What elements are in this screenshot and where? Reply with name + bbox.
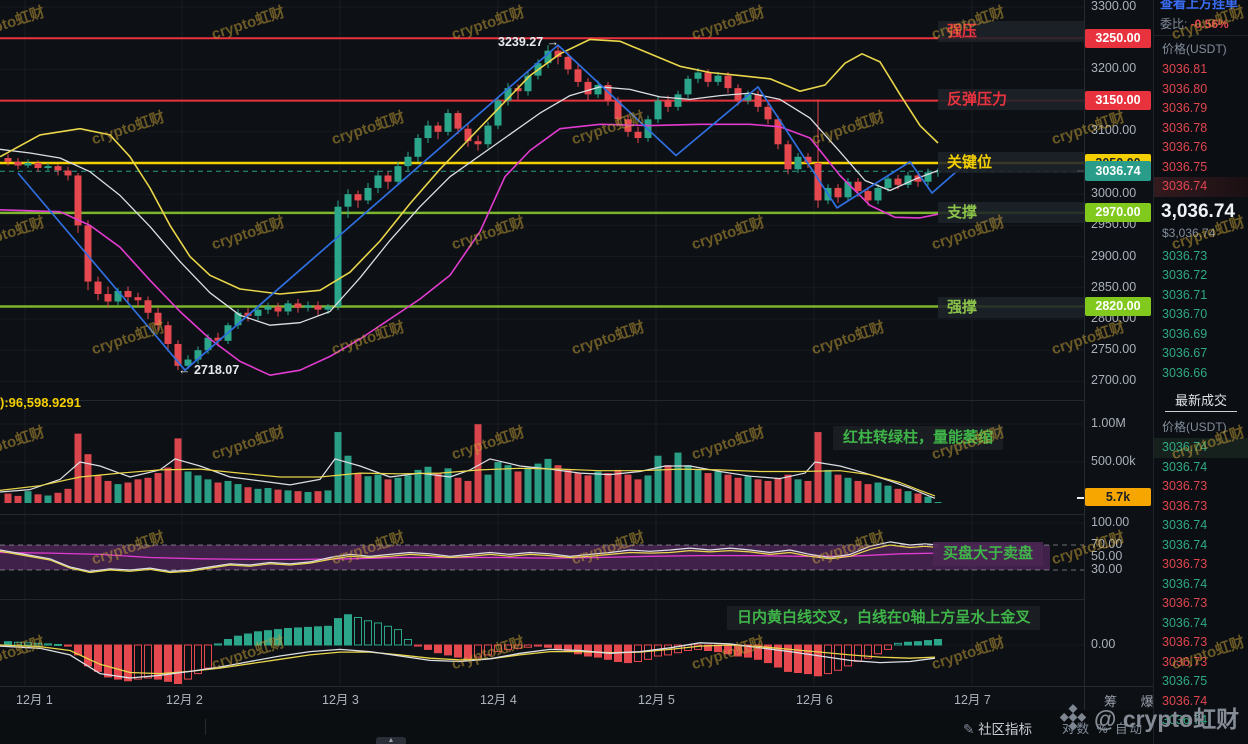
time-axis-label[interactable]: 12月 1 [16,689,53,708]
time-axis-label[interactable]: 12月 4 [480,689,517,708]
ask-row[interactable]: 3036.75 [1154,158,1248,178]
time-axis-label[interactable]: 12月 3 [322,689,359,708]
time-axis-label[interactable]: 12月 7 [954,689,991,708]
axis-tick-label: 100.00 [1091,515,1130,529]
rsi-annotation: 买盘大于卖盘 [933,542,1044,566]
low-price-note: ← 2718.07 [178,363,240,377]
price-level-badge: 3150.00 [1085,91,1151,111]
axis-tick-label: 30.00 [1091,562,1123,576]
trade-row[interactable]: 3036.73 [1154,497,1248,517]
time-axis-label[interactable]: 12月 2 [166,689,203,708]
bid-row[interactable]: 3036.72 [1154,266,1248,286]
level-label: 反弹压力 [938,89,1085,110]
price-chart-canvas[interactable] [0,0,1153,744]
axis-tick-label: 1.00M [1091,416,1126,430]
order-book-panel: 查看上方挂单 委比: -0.56% 价格(USDT) 3036.81 3036.8… [1153,0,1248,744]
bid-row[interactable]: 3036.71 [1154,286,1248,306]
axis-tick-label: 500.00k [1091,454,1136,468]
axis-tick-label: 2850.00 [1091,280,1137,294]
axis-tick-label: 3300.00 [1091,0,1137,13]
ask-row[interactable]: 3036.81 [1154,60,1248,80]
trade-row[interactable]: 3036.74 [1154,458,1248,478]
axis-tick-label: 3100.00 [1091,123,1137,137]
trade-row[interactable]: 3036.74 [1154,711,1248,731]
weibi-label: 委比: [1160,17,1188,31]
community-indicator-button[interactable]: ✎ 社区指标 [963,718,1032,738]
current-price-badge: 3036.74 [1085,161,1151,182]
bid-row[interactable]: 3036.69 [1154,325,1248,345]
trade-row[interactable]: 3036.74 [1154,692,1248,712]
axis-tick-label: 0.00 [1091,637,1116,651]
macd-annotation: 日内黄白线交叉，白线在0轴上方呈水上金叉 [727,606,1041,630]
ask-row[interactable]: 3036.74 [1154,177,1248,197]
trade-row[interactable]: 3036.73 [1154,594,1248,614]
bid-row[interactable]: 3036.66 [1154,364,1248,384]
axis-tick-label: 3000.00 [1091,186,1137,200]
trade-row[interactable]: 3036.75 [1154,672,1248,692]
axis-tick-label: 2750.00 [1091,342,1137,356]
ask-row[interactable]: 3036.78 [1154,119,1248,139]
price-level-badge: 2970.00 [1085,203,1151,223]
bid-row[interactable]: 3036.70 [1154,305,1248,325]
price-level-badge: 2820.00 [1085,297,1151,317]
ask-row[interactable]: 3036.79 [1154,99,1248,119]
ask-row[interactable]: 3036.80 [1154,80,1248,100]
volume-indicator-value: ):96,598.9291 [0,395,81,410]
pencil-icon: ✎ [963,722,979,737]
peak-price-note: 3239.27 → [498,35,560,49]
axis-tick-label: 2900.00 [1091,249,1137,263]
axis-tick-label: 2700.00 [1091,373,1137,387]
last-volume-badge: 5.7k [1085,488,1151,506]
trade-row[interactable]: 3036.73 [1154,477,1248,497]
last-price: 3,036.74 [1161,200,1235,222]
scale-options[interactable]: 对数 % 自动 [1062,718,1144,737]
chevron-up-icon: ▲ [387,737,395,744]
level-label: 关键位 [938,152,1085,173]
latest-trades-header: 最新成交 [1174,393,1227,408]
axis-tick-label: 50.00 [1091,549,1123,563]
bid-row[interactable]: 3036.73 [1154,247,1248,267]
time-axis-label[interactable]: 12月 6 [796,689,833,708]
time-axis-label[interactable]: 12月 5 [638,689,675,708]
trade-row[interactable]: 3036.73 [1154,555,1248,575]
price-axis[interactable]: 3300.00 3200.00 3100.00 3000.00 2950.00 2900.… [1077,0,1153,710]
trade-row[interactable]: 3036.73 [1154,633,1248,653]
volume-annotation: 红柱转绿柱，量能萎缩 [833,426,1004,450]
tab-divider [205,719,206,735]
ask-price-header: 价格(USDT) [1162,42,1227,56]
bid-row[interactable]: 3036.67 [1154,344,1248,364]
trade-row[interactable]: 3036.74 [1154,516,1248,536]
price-level-badge: 3250.00 [1085,28,1151,48]
view-upper-orders-link[interactable]: 查看上方挂单 [1154,0,1248,12]
weibi-value: -0.56% [1190,17,1229,31]
axis-tick-label: 3200.00 [1091,61,1137,75]
last-price-usd: $3,036.74 [1162,225,1216,240]
level-label: 支撑 [938,202,1085,223]
macd-tab-caret[interactable]: ▲ [376,737,406,744]
trade-row[interactable]: 3036.73 [1154,653,1248,673]
trade-price-header: 价格(USDT) [1162,420,1227,434]
trading-terminal: 3300.00 3200.00 3100.00 3000.00 2950.00 2900.… [0,0,1248,744]
trade-row[interactable]: 3036.74 [1154,614,1248,634]
level-label: 强压 [938,21,1085,42]
ask-row[interactable]: 3036.76 [1154,138,1248,158]
trade-row[interactable]: 3036.74 [1154,438,1248,458]
trade-row[interactable]: 3036.74 [1154,575,1248,595]
trade-row[interactable]: 3036.74 [1154,536,1248,556]
level-label: 强撑 [938,297,1085,318]
